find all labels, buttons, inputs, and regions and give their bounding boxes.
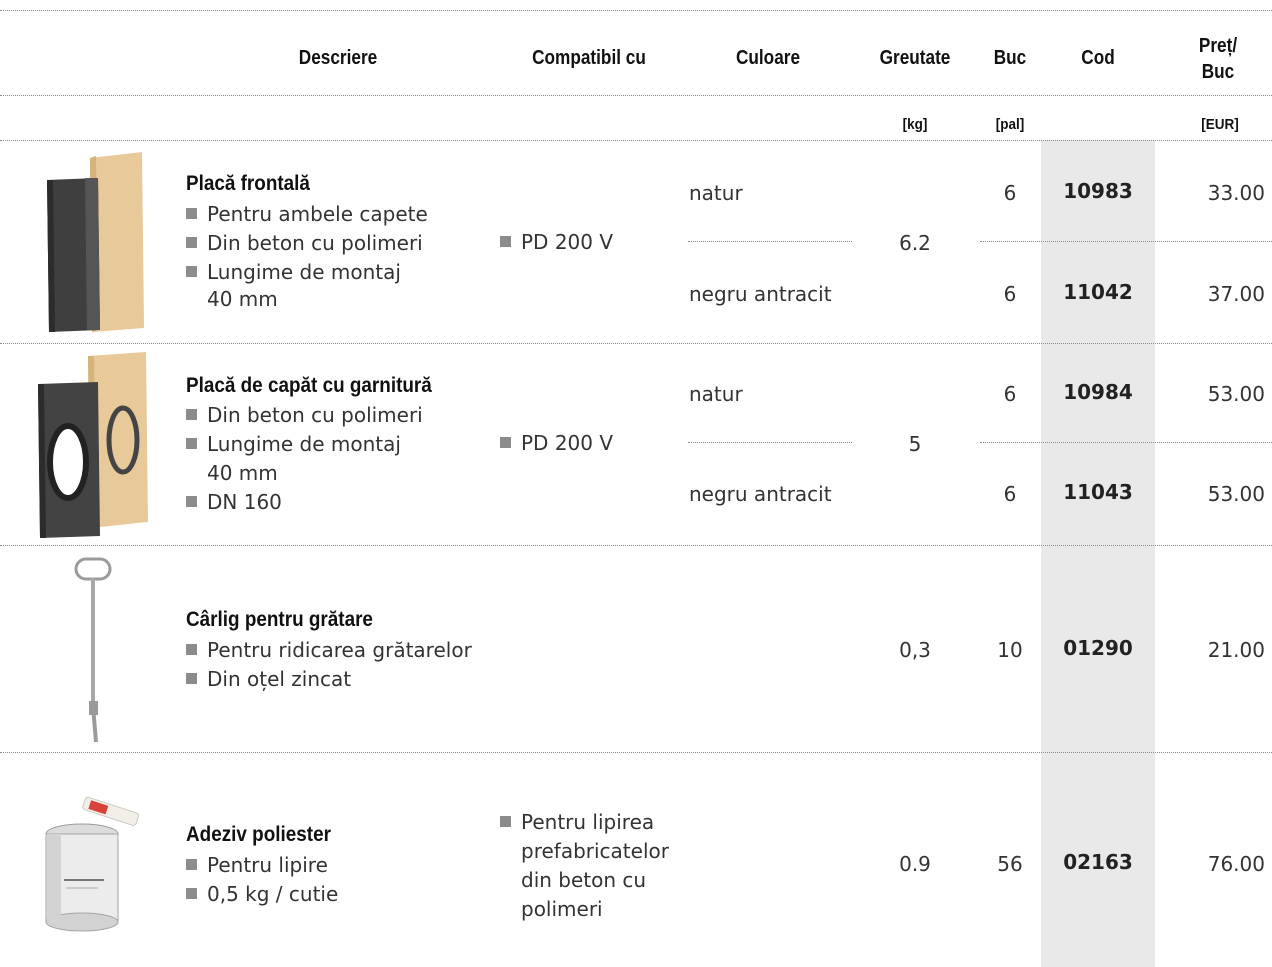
- price-value: 37.00: [1207, 282, 1265, 306]
- pieces-value: 10: [997, 638, 1023, 662]
- bullet-text: Lungime de montaj: [207, 260, 401, 284]
- compatible-text: polimeri: [521, 897, 603, 921]
- unit-weight: [kg]: [902, 116, 928, 133]
- price-value: 53.00: [1207, 482, 1265, 506]
- bullet-square: [186, 644, 197, 655]
- pieces-value: 6: [1003, 282, 1017, 306]
- column-header-price-line2: Buc: [1201, 61, 1235, 83]
- compatible-cell: PD 200 V: [500, 429, 613, 458]
- header-rule: [0, 95, 1272, 96]
- bullet-square: [186, 673, 197, 684]
- column-header-pieces: Buc: [993, 47, 1027, 69]
- product-code: 11042: [1063, 280, 1133, 304]
- bullet-square: [500, 437, 511, 448]
- unit-pieces: [pal]: [995, 116, 1025, 133]
- bullet-square: [186, 237, 197, 248]
- variant-divider: [688, 442, 852, 443]
- variant-divider: [688, 241, 852, 242]
- color-value: negru antracit: [689, 282, 832, 306]
- bullet-text: Pentru lipire: [207, 853, 328, 877]
- product-code: 10984: [1063, 380, 1133, 404]
- end-plate-gasket-image: [38, 352, 148, 538]
- bullet-square: [500, 236, 511, 247]
- product-code: 02163: [1063, 850, 1133, 874]
- bullet-list: Pentru ambele capete Din beton cu polime…: [186, 200, 428, 311]
- units-rule: [0, 140, 1272, 141]
- column-header-code: Cod: [1081, 47, 1115, 69]
- column-header-price-line1: Preț/: [1198, 35, 1238, 57]
- price-value: 53.00: [1207, 382, 1265, 406]
- top-rule: [0, 10, 1272, 11]
- polyester-adhesive-image: [45, 796, 140, 932]
- bullet-text: 0,5 kg / cutie: [207, 882, 339, 906]
- pieces-value: 6: [1003, 181, 1017, 205]
- pieces-value: 6: [1003, 382, 1017, 406]
- variant-divider: [980, 241, 1272, 242]
- product-code: 11043: [1063, 480, 1133, 504]
- product-code: 01290: [1063, 636, 1133, 660]
- column-header-compatible: Compatibil cu: [532, 47, 646, 69]
- bullet-text: 40 mm: [207, 461, 278, 485]
- column-header-color: Culoare: [735, 47, 801, 69]
- bullet-text: Din beton cu polimeri: [207, 403, 423, 427]
- bullet-square: [500, 816, 511, 827]
- product-title: Placă de capăt cu garnitură: [186, 374, 432, 397]
- bullet-square: [186, 208, 197, 219]
- compatible-text: prefabricatelor: [521, 839, 669, 863]
- column-header-description: Descriere: [298, 47, 378, 69]
- bullet-list: Pentru lipire 0,5 kg / cutie: [186, 851, 338, 909]
- bullet-square: [186, 409, 197, 420]
- bullet-text: Pentru ambele capete: [207, 202, 428, 226]
- color-value: natur: [689, 181, 743, 205]
- product-code: 10983: [1063, 179, 1133, 203]
- row-divider: [0, 545, 1272, 546]
- price-value: 76.00: [1207, 852, 1265, 876]
- row-divider: [0, 343, 1272, 344]
- compatible-cell: Pentru lipirea prefabricatelor din beton…: [500, 808, 669, 924]
- code-column-highlight: [1041, 140, 1155, 967]
- compatible-text: din beton cu: [521, 868, 647, 892]
- bullet-list: Pentru ridicarea grătarelor Din oțel zin…: [186, 636, 472, 694]
- column-header-price: Preț/ Buc: [1184, 33, 1253, 85]
- row-divider: [0, 752, 1272, 753]
- color-value: natur: [689, 382, 743, 406]
- bullet-text: Din beton cu polimeri: [207, 231, 423, 255]
- end-plate-image: [47, 152, 144, 332]
- weight-value: 6.2: [899, 231, 931, 255]
- color-value: negru antracit: [689, 482, 832, 506]
- pieces-value: 6: [1003, 482, 1017, 506]
- column-header-weight: Greutate: [879, 47, 951, 69]
- pieces-value: 56: [997, 852, 1023, 876]
- bullet-list: Din beton cu polimeri Lungime de montaj …: [186, 401, 423, 517]
- bullet-text: 40 mm: [207, 287, 278, 311]
- grate-hook-image: [74, 557, 112, 743]
- bullet-text: Din oțel zincat: [207, 667, 352, 691]
- compatible-text: Pentru lipirea: [521, 810, 655, 834]
- bullet-square: [186, 266, 197, 277]
- product-title: Cârlig pentru grătare: [186, 608, 373, 631]
- product-title: Adeziv poliester: [186, 823, 331, 846]
- bullet-text: DN 160: [207, 490, 282, 514]
- variant-divider: [980, 442, 1272, 443]
- bullet-square: [186, 888, 197, 899]
- bullet-text: Pentru ridicarea grătarelor: [207, 638, 472, 662]
- bullet-square: [186, 438, 197, 449]
- compatible-text: PD 200 V: [521, 431, 614, 455]
- weight-value: 0,3: [899, 638, 931, 662]
- product-title: Placă frontală: [186, 172, 310, 195]
- weight-value: 5: [908, 432, 922, 456]
- bullet-square: [186, 859, 197, 870]
- compatible-cell: PD 200 V: [500, 228, 613, 257]
- bullet-square: [186, 496, 197, 507]
- price-value: 21.00: [1207, 638, 1265, 662]
- compatible-text: PD 200 V: [521, 230, 614, 254]
- bullet-text: Lungime de montaj: [207, 432, 401, 456]
- weight-value: 0.9: [899, 852, 931, 876]
- price-value: 33.00: [1207, 181, 1265, 205]
- unit-price: [EUR]: [1201, 116, 1239, 133]
